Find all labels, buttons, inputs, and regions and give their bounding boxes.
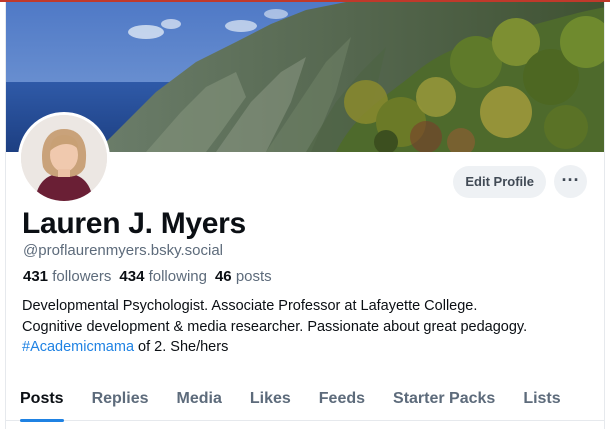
profile-avatar[interactable] xyxy=(18,112,110,204)
profile-handle: @proflaurenmyers.bsky.social xyxy=(23,242,224,259)
bio-line-3: #Academicmama of 2. She/hers xyxy=(22,337,592,358)
tab-label: Starter Packs xyxy=(393,390,496,407)
profile-tabs: Posts Replies Media Likes Feeds Starter … xyxy=(6,377,604,422)
profile-bio: Developmental Psychologist. Associate Pr… xyxy=(22,296,592,358)
following-count: 434 xyxy=(119,268,145,285)
tab-label: Posts xyxy=(20,390,64,407)
posts-count: 46 xyxy=(214,268,232,285)
following-label: following xyxy=(148,268,207,285)
profile-stats: 431 followers 434 following 46 posts xyxy=(23,268,280,285)
tab-posts[interactable]: Posts xyxy=(6,377,78,422)
bio-line-1: Developmental Psychologist. Associate Pr… xyxy=(22,298,478,314)
edit-profile-button[interactable]: Edit Profile xyxy=(453,165,546,198)
hashtag-link[interactable]: #Academicmama xyxy=(22,339,134,355)
active-tab-indicator xyxy=(20,419,64,422)
tab-label: Replies xyxy=(91,390,149,407)
avatar-image xyxy=(21,115,107,201)
tab-media[interactable]: Media xyxy=(163,377,236,421)
profile-actions: Edit Profile ··· xyxy=(453,165,587,198)
display-name: Lauren J. Myers xyxy=(22,207,246,240)
followers-label: followers xyxy=(52,268,112,285)
ellipsis-icon: ··· xyxy=(561,169,580,190)
tab-likes[interactable]: Likes xyxy=(236,377,305,421)
bio-line-2: Cognitive development & media researcher… xyxy=(22,318,528,335)
more-options-button[interactable]: ··· xyxy=(554,165,587,198)
profile-page: Edit Profile ··· Lauren J. Myers @profla… xyxy=(5,2,605,429)
followers-count: 431 xyxy=(23,268,49,285)
posts-label: posts xyxy=(235,268,272,285)
tab-starter-packs[interactable]: Starter Packs xyxy=(379,377,509,421)
tab-feeds[interactable]: Feeds xyxy=(305,377,379,421)
tab-label: Feeds xyxy=(318,390,366,407)
tab-label: Media xyxy=(176,390,222,407)
tab-label: Lists xyxy=(523,390,561,407)
tab-lists[interactable]: Lists xyxy=(509,377,574,421)
tab-label: Likes xyxy=(249,390,291,407)
bio-line-3-text: of 2. She/hers xyxy=(134,339,229,355)
posts-stat: 46 posts xyxy=(215,268,280,285)
tab-replies[interactable]: Replies xyxy=(78,377,163,421)
following-link[interactable]: 434 following xyxy=(119,268,215,285)
followers-link[interactable]: 431 followers xyxy=(23,268,119,285)
